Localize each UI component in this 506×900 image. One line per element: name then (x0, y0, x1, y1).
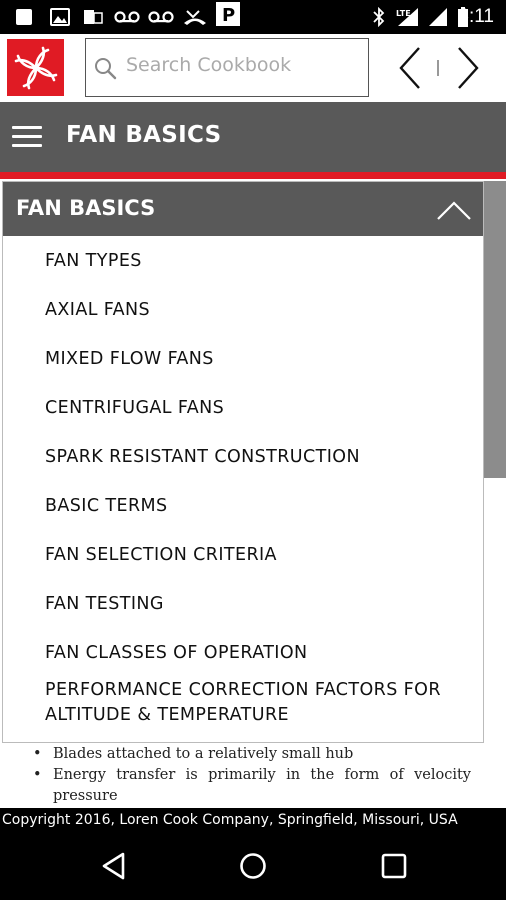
content-bullets: Blades attached to a relatively small hu… (0, 744, 506, 807)
page-title: FAN BASICS (66, 122, 222, 148)
back-icon[interactable] (101, 852, 127, 884)
signal-icon: LTE (396, 8, 422, 26)
app-logo[interactable] (7, 39, 64, 96)
previous-page-button[interactable] (395, 44, 425, 92)
fan-logo-icon (14, 46, 57, 89)
section-dropdown: FAN BASICS FAN TYPES AXIAL FANS MIXED FL… (2, 181, 484, 743)
signal-icon (428, 8, 448, 26)
list-item: Blades attached to a relatively small hu… (0, 744, 506, 765)
svg-text:P: P (222, 5, 235, 26)
status-bar: P LTE 6:11 (0, 0, 506, 34)
scrollbar-thumb[interactable] (484, 181, 506, 478)
menu-item-axial-fans[interactable]: AXIAL FANS (45, 298, 465, 323)
section-header: FAN BASICS (0, 102, 506, 172)
bluetooth-icon (372, 7, 386, 27)
voicemail-icon (148, 8, 174, 26)
menu-item-basic-terms[interactable]: BASIC TERMS (45, 494, 465, 519)
chevron-up-icon[interactable] (435, 197, 473, 223)
accent-divider (0, 172, 506, 179)
status-time: 6:11 (458, 6, 494, 27)
menu-item-fan-testing[interactable]: FAN TESTING (45, 592, 465, 617)
menu-item-performance-correction[interactable]: PERFORMANCE CORRECTION FACTORS FOR ALTIT… (45, 678, 445, 728)
copyright-footer: Copyright 2016, Loren Cook Company, Spri… (0, 808, 506, 832)
lte-label: LTE (396, 9, 411, 18)
home-icon[interactable] (239, 852, 267, 884)
menu-item-centrifugal-fans[interactable]: CENTRIFUGAL FANS (45, 396, 465, 421)
top-bar (0, 34, 506, 102)
menu-item-mixed-flow-fans[interactable]: MIXED FLOW FANS (45, 347, 465, 372)
sim-icon (83, 8, 103, 26)
square-icon (15, 8, 33, 26)
search-icon (93, 56, 117, 84)
menu-item-spark-resistant[interactable]: SPARK RESISTANT CONSTRUCTION (45, 445, 465, 470)
list-item: Energy transfer is primarily in the form… (0, 765, 506, 807)
parking-icon: P (216, 2, 240, 26)
voicemail-icon (114, 8, 140, 26)
menu-item-fan-classes[interactable]: FAN CLASSES OF OPERATION (45, 641, 465, 666)
menu-item-fan-types[interactable]: FAN TYPES (45, 249, 465, 274)
dropdown-header[interactable]: FAN BASICS (3, 182, 483, 236)
search-input[interactable] (124, 53, 363, 77)
dropdown-title: FAN BASICS (16, 196, 156, 220)
recent-apps-icon[interactable] (381, 853, 407, 883)
image-icon (50, 8, 70, 26)
next-page-button[interactable] (455, 44, 487, 92)
menu-icon[interactable] (12, 126, 42, 148)
missed-call-icon (183, 8, 207, 26)
page-navigation (395, 44, 487, 92)
search-box[interactable] (85, 38, 369, 97)
menu-item-fan-selection-criteria[interactable]: FAN SELECTION CRITERIA (45, 543, 465, 568)
navigation-bar (0, 832, 506, 900)
scrollbar[interactable] (484, 181, 506, 743)
